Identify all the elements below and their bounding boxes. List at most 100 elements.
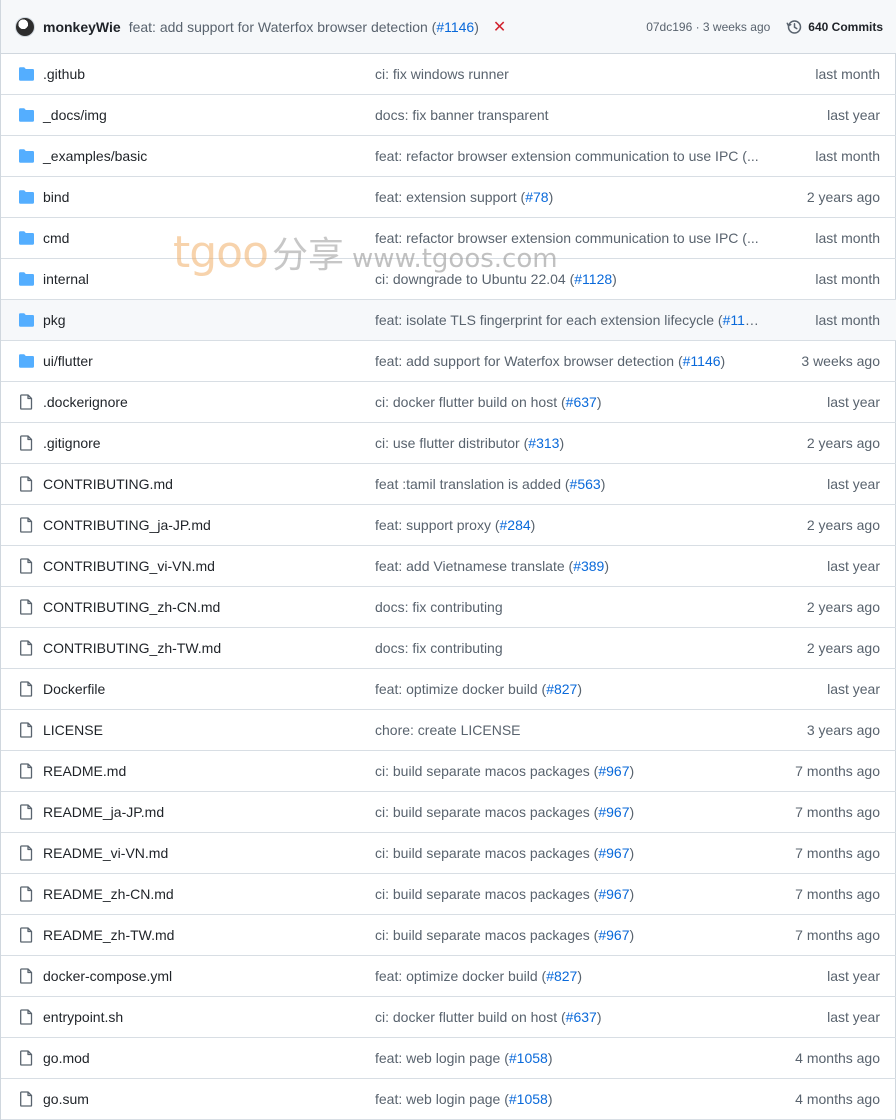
file-row[interactable]: ui/flutter feat: add support for Waterfox… — [1, 341, 896, 382]
commit-message-link[interactable]: feat: extension support (#78) — [375, 189, 763, 205]
file-name-link[interactable]: go.sum — [43, 1091, 89, 1107]
pull-request-link[interactable]: #1128 — [574, 271, 612, 287]
file-row[interactable]: _docs/img docs: fix banner transparent las… — [1, 95, 896, 136]
commit-message-link[interactable]: feat: optimize docker build (#827) — [375, 968, 763, 984]
last-commit-date[interactable]: last month — [815, 312, 880, 328]
pull-request-link[interactable]: #967 — [598, 886, 629, 902]
file-name-link[interactable]: .dockerignore — [43, 394, 128, 410]
file-row[interactable]: cmd feat: refactor browser extension comm… — [1, 218, 896, 259]
x-icon[interactable]: ✕ — [493, 17, 506, 37]
last-commit-date[interactable]: last year — [827, 1009, 880, 1025]
file-name-link[interactable]: README.md — [43, 763, 126, 779]
pull-request-link[interactable]: #389 — [573, 558, 604, 574]
commit-message-link[interactable]: ci: build separate macos packages (#967) — [375, 927, 763, 943]
pull-request-link[interactable]: #827 — [546, 968, 577, 984]
file-name-link[interactable]: go.mod — [43, 1050, 90, 1066]
file-row[interactable]: CONTRIBUTING_ja-JP.md feat: support proxy… — [1, 505, 896, 546]
file-name-link[interactable]: docker-compose.yml — [43, 968, 172, 984]
commit-message-link[interactable]: feat :tamil translation is added (#563) — [375, 476, 763, 492]
file-row[interactable]: pkg feat: isolate TLS fingerprint for eac… — [1, 300, 896, 341]
pull-request-link[interactable]: #1058 — [509, 1091, 548, 1107]
last-commit-date[interactable]: 7 months ago — [795, 927, 880, 943]
commit-message-link[interactable]: ci: downgrade to Ubuntu 22.04 (#1128) — [375, 271, 763, 287]
last-commit-date[interactable]: 3 years ago — [807, 722, 880, 738]
commit-message-link[interactable]: docs: fix banner transparent — [375, 107, 763, 123]
file-row[interactable]: README_zh-TW.md ci: build separate macos … — [1, 915, 896, 956]
folder-name-link[interactable]: pkg — [43, 312, 66, 328]
commit-message-link[interactable]: ci: docker flutter build on host (#637) — [375, 1009, 763, 1025]
last-commit-date[interactable]: 4 months ago — [795, 1091, 880, 1107]
pull-request-link[interactable]: #637 — [566, 1009, 597, 1025]
author-avatar[interactable] — [15, 16, 35, 37]
file-row[interactable]: CONTRIBUTING_zh-CN.md docs: fix contribut… — [1, 587, 896, 628]
pull-request-link[interactable]: #967 — [598, 927, 629, 943]
commit-sha-age[interactable]: 07dc196 · 3 weeks ago — [646, 20, 770, 34]
file-row[interactable]: .gitignore ci: use flutter distributor (#… — [1, 423, 896, 464]
commit-message-link[interactable]: feat: web login page (#1058) — [375, 1050, 763, 1066]
last-commit-date[interactable]: last year — [827, 107, 880, 123]
file-row[interactable]: README_vi-VN.md ci: build separate macos … — [1, 833, 896, 874]
file-name-link[interactable]: CONTRIBUTING_zh-TW.md — [43, 640, 221, 656]
commit-message-link[interactable]: ci: docker flutter build on host (#637) — [375, 394, 763, 410]
commit-message-link[interactable]: feat: add Vietnamese translate (#389) — [375, 558, 763, 574]
last-commit-date[interactable]: 4 months ago — [795, 1050, 880, 1066]
last-commit-date[interactable]: last year — [827, 476, 880, 492]
folder-name-link[interactable]: .github — [43, 66, 85, 82]
file-row[interactable]: CONTRIBUTING.md feat :tamil translation i… — [1, 464, 896, 505]
last-commit-date[interactable]: 2 years ago — [807, 640, 880, 656]
file-name-link[interactable]: Dockerfile — [43, 681, 105, 697]
last-commit-date[interactable]: last year — [827, 394, 880, 410]
folder-name-link[interactable]: ui/flutter — [43, 353, 93, 369]
file-row[interactable]: README.md ci: build separate macos packag… — [1, 751, 896, 792]
commit-author[interactable]: monkeyWie — [43, 19, 121, 35]
folder-name-link[interactable]: bind — [43, 189, 69, 205]
last-commit-date[interactable]: last month — [815, 271, 880, 287]
pull-request-link[interactable]: #967 — [598, 804, 629, 820]
pull-request-link[interactable]: #1146 — [683, 353, 721, 369]
folder-name-link[interactable]: _docs/img — [43, 107, 107, 123]
commit-message-link[interactable]: ci: use flutter distributor (#313) — [375, 435, 763, 451]
folder-name-link[interactable]: _examples/basic — [43, 148, 147, 164]
commit-message-link[interactable]: ci: build separate macos packages (#967) — [375, 886, 763, 902]
commit-message-link[interactable]: docs: fix contributing — [375, 640, 763, 656]
pull-request-link[interactable]: #563 — [570, 476, 601, 492]
file-row[interactable]: CONTRIBUTING_vi-VN.md feat: add Vietnames… — [1, 546, 896, 587]
latest-commit-message[interactable]: feat: add support for Waterfox browser d… — [129, 19, 479, 35]
pull-request-link[interactable]: #78 — [525, 189, 548, 205]
commits-link[interactable]: 640 Commits — [786, 19, 883, 35]
pull-request-link[interactable]: #967 — [598, 845, 629, 861]
last-commit-date[interactable]: last month — [815, 66, 880, 82]
last-commit-date[interactable]: 7 months ago — [795, 763, 880, 779]
file-name-link[interactable]: README_vi-VN.md — [43, 845, 168, 861]
pull-request-link[interactable]: #827 — [546, 681, 577, 697]
last-commit-date[interactable]: 7 months ago — [795, 845, 880, 861]
file-row[interactable]: go.mod feat: web login page (#1058) 4 mont… — [1, 1038, 896, 1079]
file-row[interactable]: .github ci: fix windows runner last month — [1, 54, 896, 95]
last-commit-date[interactable]: 2 years ago — [807, 599, 880, 615]
commit-message-link[interactable]: ci: build separate macos packages (#967) — [375, 845, 763, 861]
file-name-link[interactable]: README_zh-TW.md — [43, 927, 174, 943]
file-name-link[interactable]: CONTRIBUTING_zh-CN.md — [43, 599, 220, 615]
commit-message-link[interactable]: feat: web login page (#1058) — [375, 1091, 763, 1107]
file-row[interactable]: LICENSE chore: create LICENSE 3 years ago — [1, 710, 896, 751]
last-commit-date[interactable]: last year — [827, 558, 880, 574]
commit-message-link[interactable]: feat: isolate TLS fingerprint for each e… — [375, 312, 763, 328]
file-row[interactable]: entrypoint.sh ci: docker flutter build on… — [1, 997, 896, 1038]
file-row[interactable]: go.sum feat: web login page (#1058) 4 mont… — [1, 1079, 896, 1120]
commit-message-link[interactable]: feat: support proxy (#284) — [375, 517, 763, 533]
file-row[interactable]: README_ja-JP.md ci: build separate macos … — [1, 792, 896, 833]
commit-message-link[interactable]: feat: optimize docker build (#827) — [375, 681, 763, 697]
file-row[interactable]: .dockerignore ci: docker flutter build on… — [1, 382, 896, 423]
file-row[interactable]: CONTRIBUTING_zh-TW.md docs: fix contribut… — [1, 628, 896, 669]
commit-message-link[interactable]: docs: fix contributing — [375, 599, 763, 615]
last-commit-date[interactable]: 7 months ago — [795, 804, 880, 820]
pull-request-link[interactable]: #313 — [528, 435, 559, 451]
commit-message-link[interactable]: feat: refactor browser extension communi… — [375, 148, 763, 164]
file-name-link[interactable]: README_ja-JP.md — [43, 804, 164, 820]
commit-message-link[interactable]: feat: refactor browser extension communi… — [375, 230, 763, 246]
file-row[interactable]: _examples/basic feat: refactor browser ex… — [1, 136, 896, 177]
commit-message-link[interactable]: chore: create LICENSE — [375, 722, 763, 738]
file-row[interactable]: docker-compose.yml feat: optimize docker … — [1, 956, 896, 997]
folder-name-link[interactable]: cmd — [43, 230, 69, 246]
file-name-link[interactable]: README_zh-CN.md — [43, 886, 174, 902]
